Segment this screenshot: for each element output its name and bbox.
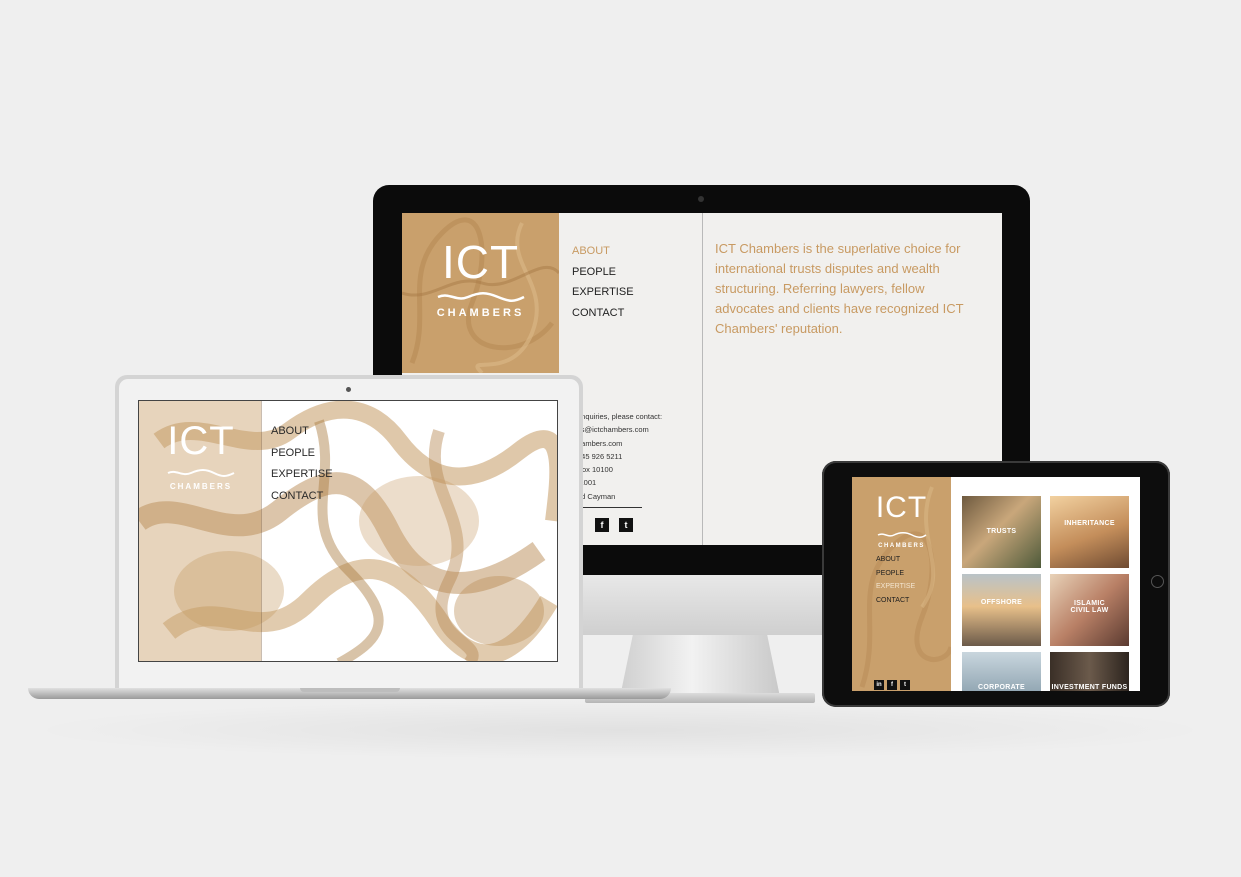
tile-label: TRUSTS (986, 528, 1017, 535)
contact-phone: 345 926 5211 (577, 451, 623, 461)
laptop-camera-icon (346, 387, 351, 392)
tile-label: ISLAMIC CIVIL LAW (1070, 600, 1109, 614)
logo-main: ICT (167, 419, 235, 463)
facebook-icon[interactable]: f (887, 680, 897, 690)
nav-about[interactable]: ABOUT (572, 241, 634, 262)
tile-label: INVESTMENT FUNDS (1051, 684, 1128, 691)
nav-contact[interactable]: CONTACT (572, 303, 634, 324)
twitter-icon[interactable]: t (619, 518, 633, 532)
nav-people[interactable]: PEOPLE (271, 443, 333, 465)
contact-email[interactable]: ks@ictchambers.com (577, 423, 662, 436)
laptop-logo: ICT CHAMBERS (139, 419, 263, 491)
contact-block: enquiries, please contact: ks@ictchamber… (577, 410, 662, 503)
home-button-icon[interactable] (1151, 575, 1164, 588)
logo-sub: CHAMBERS (436, 307, 525, 319)
nav-about[interactable]: ABOUT (876, 553, 915, 567)
nav-expertise[interactable]: EXPERTISE (572, 282, 634, 303)
tile-label: INHERITANCE (1064, 520, 1115, 527)
tile-trusts[interactable]: TRUSTS (962, 496, 1041, 568)
tile-offshore[interactable]: OFFSHORE (962, 574, 1041, 646)
tablet-logo: ICT CHAMBERS (852, 491, 951, 549)
nav-people[interactable]: PEOPLE (572, 262, 634, 283)
tile-investment-funds[interactable]: INVESTMENT FUNDS (1050, 652, 1129, 691)
linkedin-icon[interactable]: in (874, 680, 884, 690)
laptop-screen: ICT CHAMBERS ABOUT PEOPLE EXPERTISE CONT… (138, 400, 558, 662)
tablet-brand-panel: ICT CHAMBERS ABOUT PEOPLE EXPERTISE CONT… (852, 477, 951, 691)
contact-country: nd Cayman (577, 491, 616, 501)
tile-islamic-civil-law[interactable]: ISLAMIC CIVIL LAW (1050, 574, 1129, 646)
tile-label: CORPORATE (978, 684, 1025, 691)
nav-people[interactable]: PEOPLE (876, 567, 915, 581)
tile-label: OFFSHORE (980, 599, 1023, 606)
tablet-social: in f t (874, 673, 913, 691)
imac-logo: ICT CHAMBERS (402, 235, 559, 319)
tablet-nav: ABOUT PEOPLE EXPERTISE CONTACT (876, 553, 915, 607)
nav-contact[interactable]: CONTACT (271, 486, 333, 508)
twitter-icon[interactable]: t (900, 680, 910, 690)
logo-wave-icon (877, 532, 926, 538)
nav-expertise[interactable]: EXPERTISE (876, 580, 915, 594)
contact-line: enquiries, please contact: (577, 412, 663, 421)
logo-sub: CHAMBERS (169, 482, 233, 491)
contact-postal: -1001 (577, 478, 597, 488)
contact-website[interactable]: hambers.com (577, 437, 662, 450)
nav-expertise[interactable]: EXPERTISE (271, 464, 333, 486)
tablet-screen: ICT CHAMBERS ABOUT PEOPLE EXPERTISE CONT… (852, 477, 1140, 691)
tile-inheritance[interactable]: INHERITANCE (1050, 496, 1129, 568)
logo-sub: CHAMBERS (878, 543, 925, 549)
intro-paragraph: ICT Chambers is the superlative choice f… (715, 241, 964, 336)
tile-corporate[interactable]: CORPORATE (962, 652, 1041, 691)
column-divider (702, 213, 703, 545)
laptop-nav: ABOUT PEOPLE EXPERTISE CONTACT (271, 421, 333, 507)
laptop-notch (300, 688, 400, 692)
nav-about[interactable]: ABOUT (271, 421, 333, 443)
logo-wave-icon (167, 469, 235, 477)
floor-shadow (20, 700, 1220, 760)
nav-contact[interactable]: CONTACT (876, 594, 915, 608)
imac-camera-icon (698, 196, 704, 202)
logo-main: ICT (875, 491, 928, 524)
imac-brand-panel: ICT CHAMBERS (402, 213, 559, 373)
contact-pobox: Box 10100 (577, 465, 613, 475)
logo-main: ICT (441, 236, 520, 288)
facebook-icon[interactable]: f (595, 518, 609, 532)
imac-nav: ABOUT PEOPLE EXPERTISE CONTACT (572, 241, 634, 323)
logo-wave-icon (437, 292, 525, 302)
